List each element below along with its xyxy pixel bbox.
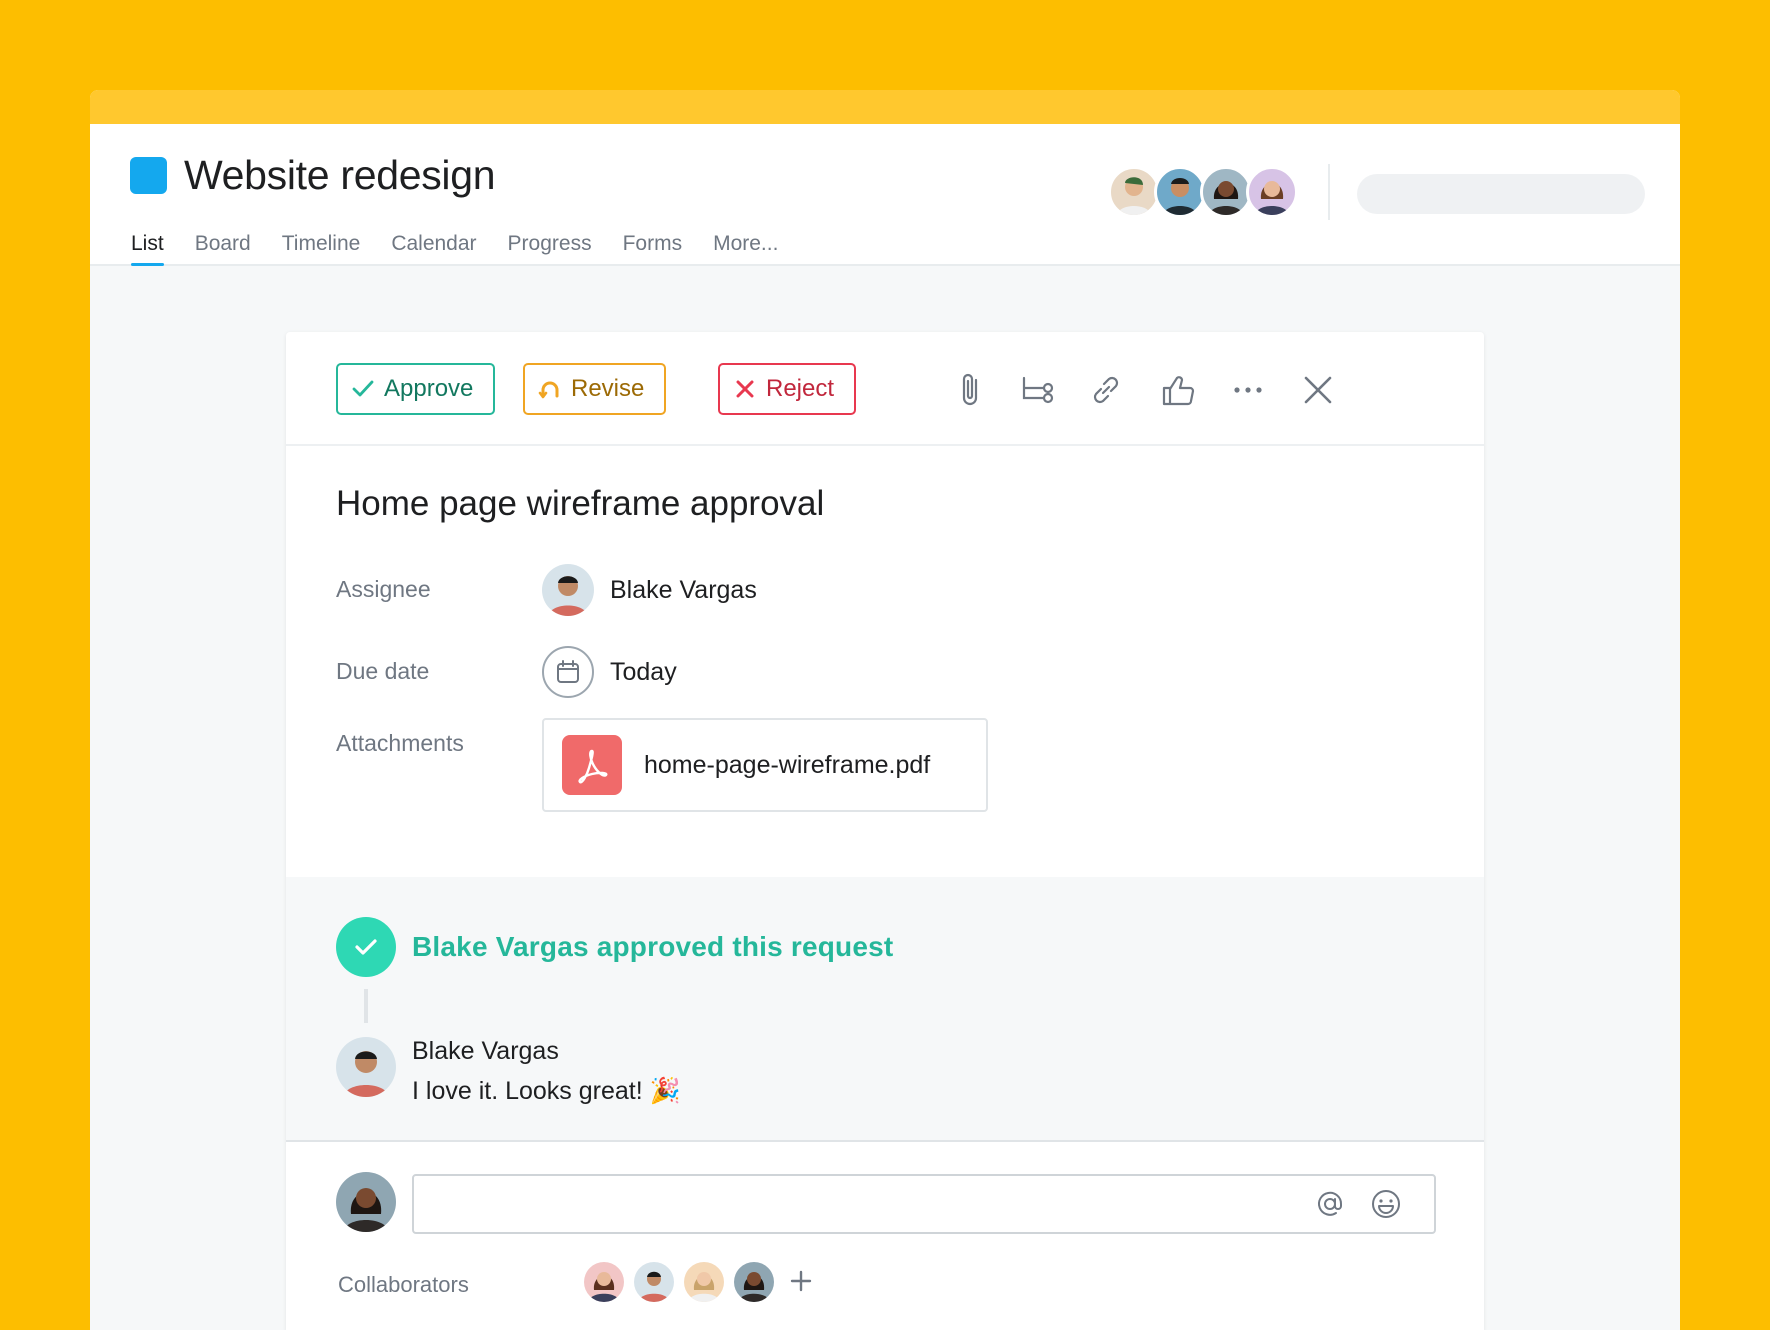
avatar[interactable] [1200, 166, 1252, 218]
project-color-swatch [130, 157, 167, 194]
task-title[interactable]: Home page wireframe approval [336, 484, 824, 524]
mention-icon[interactable] [1312, 1186, 1348, 1222]
x-icon [736, 380, 754, 398]
due-date-value[interactable]: Today [610, 658, 677, 687]
avatar[interactable] [1108, 166, 1160, 218]
attachment-filename: home-page-wireframe.pdf [644, 750, 931, 779]
link-icon[interactable] [1086, 370, 1126, 410]
activity-connector [364, 989, 368, 1023]
approved-check-icon [336, 917, 396, 977]
search-input[interactable] [1357, 174, 1645, 214]
due-date-button[interactable] [542, 646, 594, 698]
approve-label: Approve [384, 375, 474, 402]
add-collaborator-icon[interactable] [784, 1264, 818, 1298]
avatar[interactable] [1154, 166, 1206, 218]
calendar-icon [557, 660, 579, 683]
attachment-item[interactable]: home-page-wireframe.pdf [542, 718, 988, 812]
check-icon [352, 380, 374, 397]
avatar[interactable] [684, 1262, 724, 1302]
tab-board[interactable]: Board [195, 232, 251, 262]
paperclip-icon[interactable] [952, 370, 992, 410]
task-toolbar: Approve Revise Reject [286, 332, 1484, 446]
due-date-label: Due date [336, 658, 430, 684]
avatar [336, 1172, 396, 1232]
thumbs-up-icon[interactable] [1158, 370, 1198, 410]
revise-label: Revise [571, 375, 645, 402]
subtask-icon[interactable] [1018, 370, 1058, 410]
assignee-label: Assignee [336, 576, 431, 602]
project-tabs: List Board Timeline Calendar Progress Fo… [131, 232, 809, 266]
pdf-icon [562, 735, 622, 795]
avatar[interactable] [634, 1262, 674, 1302]
revise-icon [538, 381, 559, 399]
reject-label: Reject [766, 375, 835, 402]
comment-author[interactable]: Blake Vargas [412, 1037, 559, 1066]
emoji-icon[interactable] [1368, 1186, 1404, 1222]
comment-text: I love it. Looks great! 🎉 [412, 1077, 681, 1105]
comment-input[interactable] [412, 1174, 1436, 1234]
approval-status-text: Blake Vargas approved this request [412, 931, 894, 962]
tab-calendar[interactable]: Calendar [391, 232, 476, 262]
avatar[interactable] [584, 1262, 624, 1302]
project-header: Website redesign List Board Timeline Cal… [90, 124, 1680, 266]
revise-button[interactable]: Revise [523, 363, 667, 415]
collaborators-label: Collaborators [338, 1272, 469, 1297]
activity-feed: Blake Vargas approved this request Blake… [286, 877, 1484, 1142]
task-detail-pane: Approve Revise Reject Home page wirefram… [286, 332, 1484, 1330]
tab-timeline[interactable]: Timeline [282, 232, 361, 262]
tab-more[interactable]: More... [713, 232, 778, 262]
approve-button[interactable]: Approve [336, 363, 496, 415]
assignee-name[interactable]: Blake Vargas [610, 576, 757, 605]
attachments-label: Attachments [336, 730, 464, 756]
project-title: Website redesign [184, 152, 496, 198]
more-icon[interactable] [1228, 370, 1268, 410]
tab-forms[interactable]: Forms [623, 232, 683, 262]
tab-progress[interactable]: Progress [508, 232, 592, 262]
avatar[interactable] [336, 1037, 396, 1097]
reject-button[interactable]: Reject [718, 363, 857, 415]
avatar[interactable] [542, 564, 594, 616]
window-top-strip [90, 90, 1680, 124]
avatar[interactable] [1246, 166, 1298, 218]
avatar[interactable] [734, 1262, 774, 1302]
app-window: Website redesign List Board Timeline Cal… [90, 90, 1680, 1330]
header-divider [1328, 164, 1330, 220]
project-members[interactable] [1108, 166, 1298, 218]
close-icon[interactable] [1298, 370, 1338, 410]
comment-composer: Collaborators [286, 1144, 1484, 1330]
tab-list[interactable]: List [131, 232, 164, 266]
